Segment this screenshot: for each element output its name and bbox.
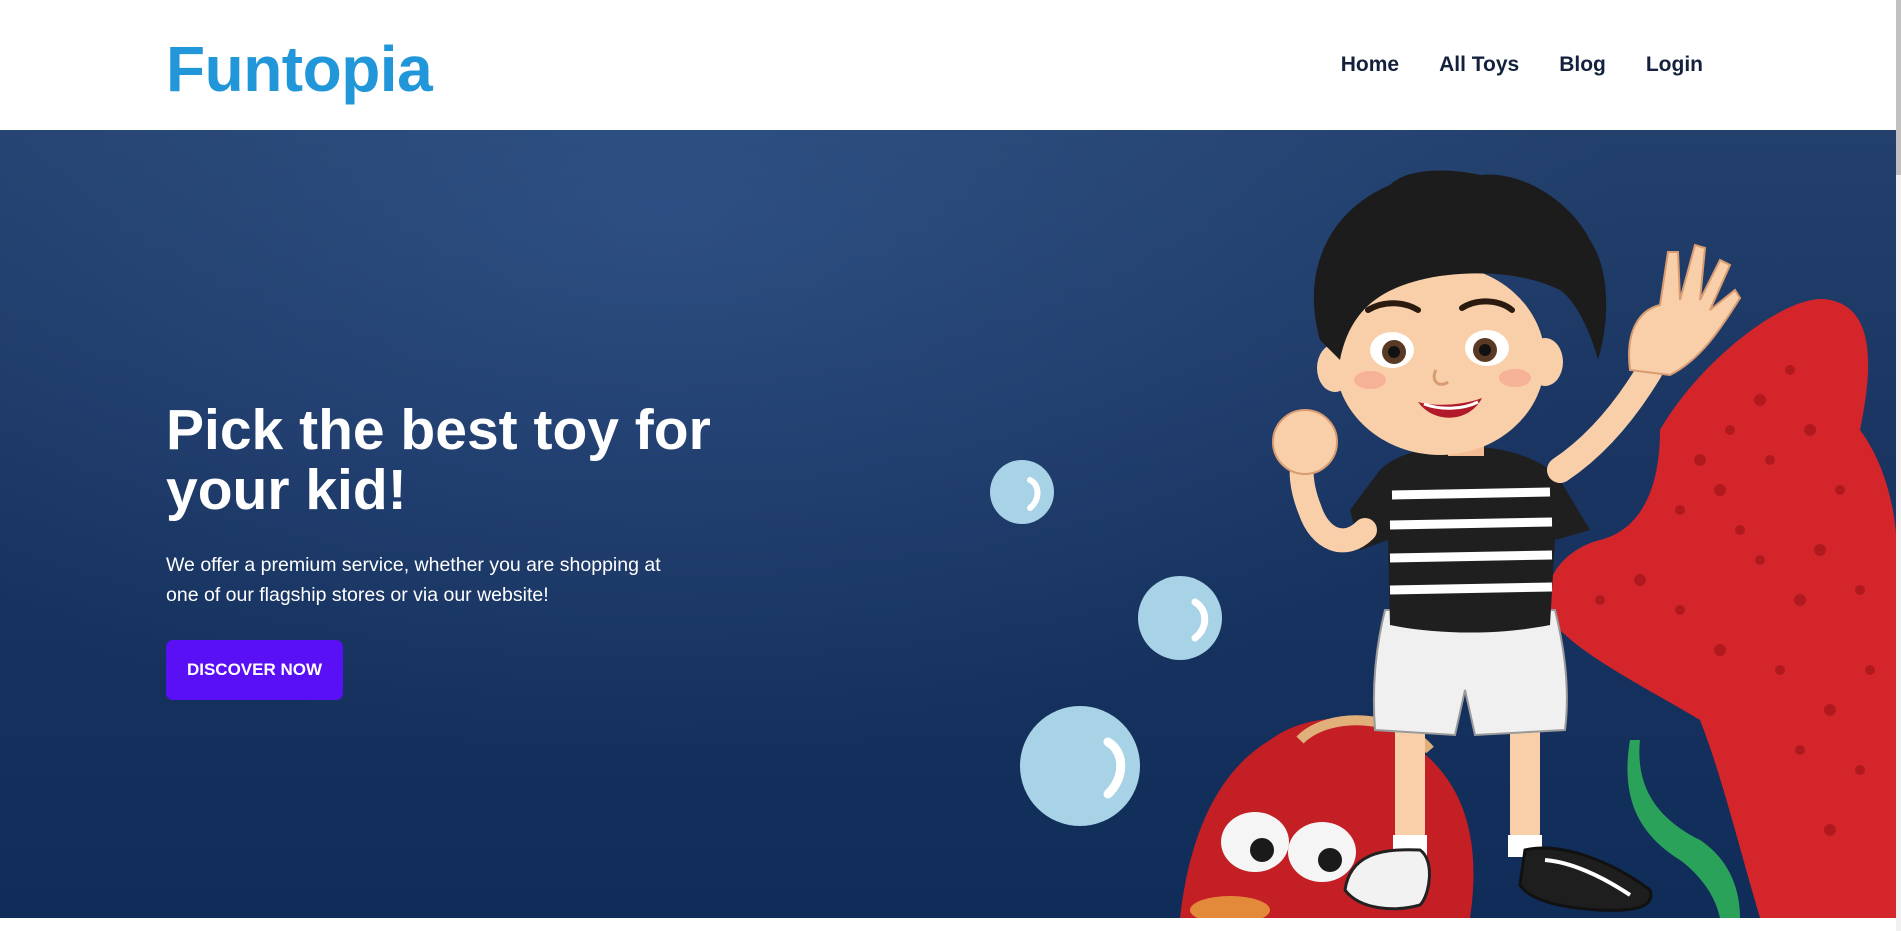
nav-home[interactable]: Home [1341, 50, 1399, 80]
site-header: Funtopia Home All Toys Blog Login [0, 0, 1896, 130]
discover-now-button[interactable]: DISCOVER NOW [166, 640, 343, 700]
hero-banner: Pick the best toy for your kid! We offer… [0, 130, 1896, 918]
page-content-start [0, 918, 1896, 931]
nav-login[interactable]: Login [1646, 50, 1703, 80]
blue-clay-balls [990, 460, 1222, 826]
logo[interactable]: Funtopia [166, 30, 433, 108]
nav-blog[interactable]: Blog [1559, 50, 1606, 80]
red-clay-starfish [1547, 299, 1896, 918]
hero-illustration [990, 170, 1896, 918]
scrollbar[interactable] [1896, 0, 1901, 931]
red-clay-octopus [1180, 715, 1474, 918]
hero-description: We offer a premium service, whether you … [166, 554, 661, 606]
scrollbar-thumb[interactable] [1896, 0, 1901, 175]
nav-all-toys[interactable]: All Toys [1439, 50, 1519, 80]
main-nav: Home All Toys Blog Login [1341, 50, 1703, 80]
page: Funtopia Home All Toys Blog Login Pick t… [0, 0, 1901, 931]
hero-title: Pick the best toy for your kid! [166, 398, 711, 522]
